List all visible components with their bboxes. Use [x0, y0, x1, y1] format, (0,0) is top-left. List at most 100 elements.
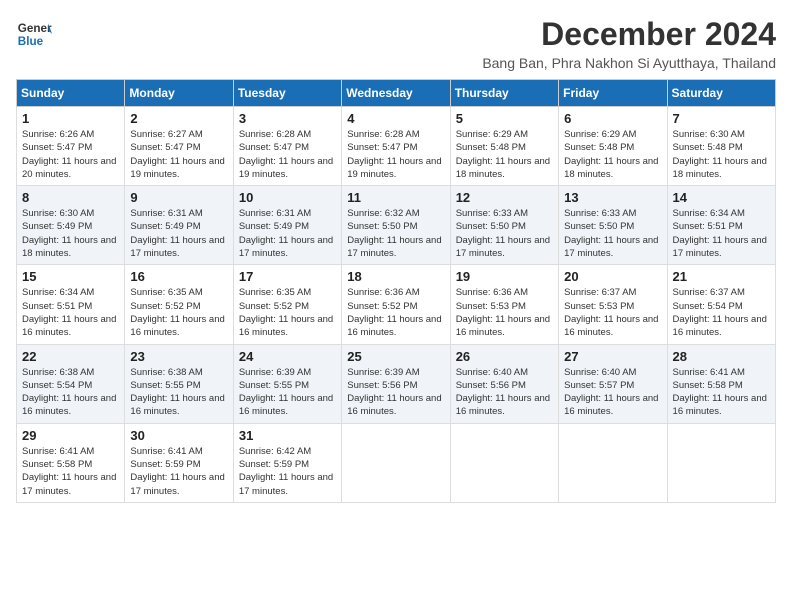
day-number: 24: [239, 349, 336, 364]
day-number: 9: [130, 190, 227, 205]
title-area: December 2024 Bang Ban, Phra Nakhon Si A…: [482, 16, 776, 71]
day-info: Sunrise: 6:41 AMSunset: 5:58 PMDaylight:…: [22, 446, 116, 497]
calendar-cell: 18 Sunrise: 6:36 AMSunset: 5:52 PMDaylig…: [342, 265, 450, 344]
day-number: 11: [347, 190, 444, 205]
calendar-cell: 16 Sunrise: 6:35 AMSunset: 5:52 PMDaylig…: [125, 265, 233, 344]
day-info: Sunrise: 6:33 AMSunset: 5:50 PMDaylight:…: [456, 208, 550, 259]
svg-text:General: General: [18, 22, 52, 35]
day-number: 1: [22, 111, 119, 126]
location-subtitle: Bang Ban, Phra Nakhon Si Ayutthaya, Thai…: [482, 55, 776, 71]
day-header-saturday: Saturday: [667, 80, 775, 107]
day-number: 21: [673, 269, 770, 284]
calendar-cell: 27 Sunrise: 6:40 AMSunset: 5:57 PMDaylig…: [559, 344, 667, 423]
day-info: Sunrise: 6:36 AMSunset: 5:52 PMDaylight:…: [347, 287, 441, 338]
day-info: Sunrise: 6:42 AMSunset: 5:59 PMDaylight:…: [239, 446, 333, 497]
calendar-cell: 15 Sunrise: 6:34 AMSunset: 5:51 PMDaylig…: [17, 265, 125, 344]
day-number: 26: [456, 349, 553, 364]
day-info: Sunrise: 6:27 AMSunset: 5:47 PMDaylight:…: [130, 129, 224, 180]
day-number: 20: [564, 269, 661, 284]
day-header-wednesday: Wednesday: [342, 80, 450, 107]
day-info: Sunrise: 6:38 AMSunset: 5:54 PMDaylight:…: [22, 367, 116, 418]
day-info: Sunrise: 6:30 AMSunset: 5:49 PMDaylight:…: [22, 208, 116, 259]
day-info: Sunrise: 6:35 AMSunset: 5:52 PMDaylight:…: [239, 287, 333, 338]
day-info: Sunrise: 6:41 AMSunset: 5:58 PMDaylight:…: [673, 367, 767, 418]
day-info: Sunrise: 6:31 AMSunset: 5:49 PMDaylight:…: [130, 208, 224, 259]
day-header-monday: Monday: [125, 80, 233, 107]
day-number: 27: [564, 349, 661, 364]
day-info: Sunrise: 6:37 AMSunset: 5:54 PMDaylight:…: [673, 287, 767, 338]
calendar-cell: [342, 423, 450, 502]
calendar-cell: 11 Sunrise: 6:32 AMSunset: 5:50 PMDaylig…: [342, 186, 450, 265]
day-info: Sunrise: 6:36 AMSunset: 5:53 PMDaylight:…: [456, 287, 550, 338]
calendar-cell: 29 Sunrise: 6:41 AMSunset: 5:58 PMDaylig…: [17, 423, 125, 502]
day-number: 28: [673, 349, 770, 364]
day-info: Sunrise: 6:41 AMSunset: 5:59 PMDaylight:…: [130, 446, 224, 497]
day-info: Sunrise: 6:29 AMSunset: 5:48 PMDaylight:…: [456, 129, 550, 180]
calendar-cell: 26 Sunrise: 6:40 AMSunset: 5:56 PMDaylig…: [450, 344, 558, 423]
day-number: 23: [130, 349, 227, 364]
day-header-friday: Friday: [559, 80, 667, 107]
day-info: Sunrise: 6:28 AMSunset: 5:47 PMDaylight:…: [347, 129, 441, 180]
day-header-thursday: Thursday: [450, 80, 558, 107]
calendar-cell: 19 Sunrise: 6:36 AMSunset: 5:53 PMDaylig…: [450, 265, 558, 344]
calendar-cell: 23 Sunrise: 6:38 AMSunset: 5:55 PMDaylig…: [125, 344, 233, 423]
calendar-table: SundayMondayTuesdayWednesdayThursdayFrid…: [16, 79, 776, 503]
day-number: 6: [564, 111, 661, 126]
day-info: Sunrise: 6:31 AMSunset: 5:49 PMDaylight:…: [239, 208, 333, 259]
calendar-cell: 13 Sunrise: 6:33 AMSunset: 5:50 PMDaylig…: [559, 186, 667, 265]
calendar-cell: 24 Sunrise: 6:39 AMSunset: 5:55 PMDaylig…: [233, 344, 341, 423]
day-number: 12: [456, 190, 553, 205]
day-info: Sunrise: 6:34 AMSunset: 5:51 PMDaylight:…: [673, 208, 767, 259]
day-number: 16: [130, 269, 227, 284]
logo: General Blue: [16, 16, 52, 52]
day-info: Sunrise: 6:32 AMSunset: 5:50 PMDaylight:…: [347, 208, 441, 259]
svg-text:Blue: Blue: [18, 35, 44, 48]
day-info: Sunrise: 6:33 AMSunset: 5:50 PMDaylight:…: [564, 208, 658, 259]
calendar-cell: 10 Sunrise: 6:31 AMSunset: 5:49 PMDaylig…: [233, 186, 341, 265]
calendar-cell: 14 Sunrise: 6:34 AMSunset: 5:51 PMDaylig…: [667, 186, 775, 265]
day-number: 10: [239, 190, 336, 205]
day-info: Sunrise: 6:34 AMSunset: 5:51 PMDaylight:…: [22, 287, 116, 338]
calendar-cell: 31 Sunrise: 6:42 AMSunset: 5:59 PMDaylig…: [233, 423, 341, 502]
calendar-cell: 12 Sunrise: 6:33 AMSunset: 5:50 PMDaylig…: [450, 186, 558, 265]
day-info: Sunrise: 6:40 AMSunset: 5:57 PMDaylight:…: [564, 367, 658, 418]
calendar-cell: 28 Sunrise: 6:41 AMSunset: 5:58 PMDaylig…: [667, 344, 775, 423]
day-number: 30: [130, 428, 227, 443]
calendar-cell: 4 Sunrise: 6:28 AMSunset: 5:47 PMDayligh…: [342, 107, 450, 186]
day-number: 17: [239, 269, 336, 284]
day-number: 19: [456, 269, 553, 284]
calendar-cell: [559, 423, 667, 502]
calendar-cell: 9 Sunrise: 6:31 AMSunset: 5:49 PMDayligh…: [125, 186, 233, 265]
calendar-cell: 17 Sunrise: 6:35 AMSunset: 5:52 PMDaylig…: [233, 265, 341, 344]
day-header-tuesday: Tuesday: [233, 80, 341, 107]
day-number: 13: [564, 190, 661, 205]
day-info: Sunrise: 6:40 AMSunset: 5:56 PMDaylight:…: [456, 367, 550, 418]
calendar-cell: 1 Sunrise: 6:26 AMSunset: 5:47 PMDayligh…: [17, 107, 125, 186]
month-title: December 2024: [482, 16, 776, 53]
calendar-cell: 30 Sunrise: 6:41 AMSunset: 5:59 PMDaylig…: [125, 423, 233, 502]
calendar-cell: [667, 423, 775, 502]
day-number: 8: [22, 190, 119, 205]
calendar-cell: 6 Sunrise: 6:29 AMSunset: 5:48 PMDayligh…: [559, 107, 667, 186]
day-number: 5: [456, 111, 553, 126]
day-info: Sunrise: 6:37 AMSunset: 5:53 PMDaylight:…: [564, 287, 658, 338]
day-number: 4: [347, 111, 444, 126]
day-number: 22: [22, 349, 119, 364]
day-number: 18: [347, 269, 444, 284]
day-info: Sunrise: 6:38 AMSunset: 5:55 PMDaylight:…: [130, 367, 224, 418]
day-info: Sunrise: 6:29 AMSunset: 5:48 PMDaylight:…: [564, 129, 658, 180]
day-number: 2: [130, 111, 227, 126]
logo-icon: General Blue: [16, 16, 52, 52]
calendar-cell: 2 Sunrise: 6:27 AMSunset: 5:47 PMDayligh…: [125, 107, 233, 186]
calendar-cell: 3 Sunrise: 6:28 AMSunset: 5:47 PMDayligh…: [233, 107, 341, 186]
day-number: 3: [239, 111, 336, 126]
calendar-cell: 25 Sunrise: 6:39 AMSunset: 5:56 PMDaylig…: [342, 344, 450, 423]
calendar-cell: [450, 423, 558, 502]
day-header-sunday: Sunday: [17, 80, 125, 107]
day-info: Sunrise: 6:30 AMSunset: 5:48 PMDaylight:…: [673, 129, 767, 180]
day-info: Sunrise: 6:26 AMSunset: 5:47 PMDaylight:…: [22, 129, 116, 180]
day-number: 14: [673, 190, 770, 205]
day-number: 29: [22, 428, 119, 443]
calendar-cell: 5 Sunrise: 6:29 AMSunset: 5:48 PMDayligh…: [450, 107, 558, 186]
day-info: Sunrise: 6:28 AMSunset: 5:47 PMDaylight:…: [239, 129, 333, 180]
